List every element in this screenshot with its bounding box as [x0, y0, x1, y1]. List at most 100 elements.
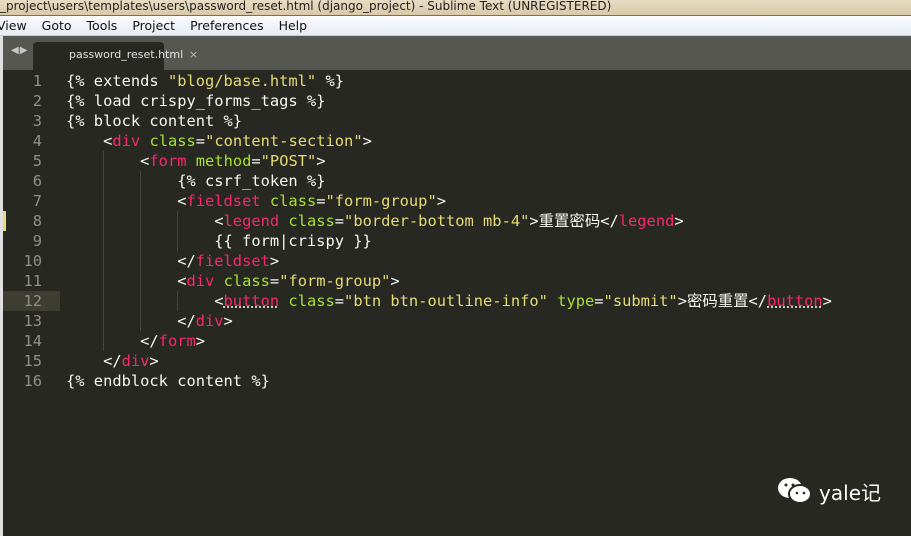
indent-guide: [140, 311, 142, 331]
code-token: div: [121, 352, 150, 370]
indent-guide: [140, 191, 142, 211]
code-token: =: [316, 192, 326, 210]
code-token: div: [195, 312, 224, 330]
tab-password-reset[interactable]: password_reset.html ×: [33, 42, 198, 70]
code-token: {% extends: [66, 72, 168, 90]
code-text: {% block content %}: [66, 111, 242, 131]
code-token: form: [149, 152, 187, 170]
code-token: "btn btn-outline-info": [344, 292, 548, 310]
indent-guide: [140, 211, 142, 231]
indent-guide: [103, 271, 105, 291]
code-line[interactable]: 13 </div>: [3, 311, 911, 331]
code-text: <div class="content-section">: [66, 131, 372, 151]
code-token: </: [66, 352, 122, 370]
code-token: button: [767, 292, 823, 310]
indent-guide: [140, 231, 142, 251]
code-token: </: [66, 312, 196, 330]
code-token: <: [66, 152, 150, 170]
line-number: 15: [23, 352, 42, 370]
code-token: <: [66, 192, 187, 210]
line-number: 11: [23, 272, 42, 290]
code-token: method: [195, 152, 252, 170]
code-text: {% endblock content %}: [66, 371, 270, 391]
code-line[interactable]: 10 </fieldset>: [3, 251, 911, 271]
code-token: class: [149, 132, 196, 150]
line-number: 14: [23, 332, 42, 350]
code-line[interactable]: 6 {% csrf_token %}: [3, 171, 911, 191]
code-line[interactable]: 3 {% block content %}: [3, 111, 911, 131]
code-line[interactable]: 16 {% endblock content %}: [3, 371, 911, 391]
code-token: =: [334, 212, 345, 230]
code-token: "content-section": [205, 132, 363, 150]
line-number: 16: [23, 372, 42, 390]
code-line[interactable]: 4 <div class="content-section">: [3, 131, 911, 151]
code-token: >: [316, 152, 326, 170]
tab-nav-arrows-icon[interactable]: ◀▶: [11, 45, 28, 56]
line-number: 2: [32, 92, 42, 110]
line-number: 3: [32, 112, 42, 130]
code-line[interactable]: 2 {% load crispy_forms_tags %}: [3, 91, 911, 111]
menu-preferences[interactable]: Preferences: [190, 18, 264, 33]
code-editor[interactable]: 1 {% extends "blog/base.html" %} 2 {% load …: [0, 70, 911, 536]
code-token: <: [66, 212, 224, 230]
code-text: {% load crispy_forms_tags %}: [66, 91, 325, 111]
code-token: class: [269, 192, 317, 210]
indent-guide: [103, 151, 105, 171]
menu-goto[interactable]: Goto: [42, 18, 72, 33]
code-token: >重置密码</: [529, 212, 619, 230]
indent-guide: [103, 191, 105, 211]
code-token: =: [594, 292, 604, 310]
code-token: "blog/base.html": [167, 72, 317, 90]
line-number: 10: [23, 252, 42, 270]
window-title: _project\users\templates\users\password_…: [0, 0, 911, 16]
tab-label: password_reset.html: [69, 48, 184, 61]
code-token: </: [66, 332, 159, 350]
close-icon[interactable]: ×: [189, 42, 198, 68]
code-token: %}: [316, 72, 345, 90]
indent-guide: [140, 171, 142, 191]
menu-help[interactable]: Help: [279, 18, 308, 33]
code-token: "form-group": [279, 272, 391, 290]
code-line[interactable]: 12 <button class="btn btn-outline-info" …: [3, 291, 911, 311]
code-line[interactable]: 7 <fieldset class="form-group">: [3, 191, 911, 211]
code-token: legend: [223, 212, 280, 230]
code-token: class: [223, 272, 270, 290]
code-text: </form>: [66, 331, 205, 351]
code-line[interactable]: 14 </form>: [3, 331, 911, 351]
line-number: 8: [32, 212, 42, 230]
code-token: "POST": [260, 152, 317, 170]
indent-guide: [103, 231, 105, 251]
code-line[interactable]: 15 </div>: [3, 351, 911, 371]
indent-guide: [177, 231, 179, 251]
line-number: 12: [3, 291, 60, 311]
code-token: =: [269, 272, 280, 290]
indent-guide: [103, 311, 105, 331]
code-line[interactable]: 11 <div class="form-group">: [3, 271, 911, 291]
code-text: <button class="btn btn-outline-info" typ…: [66, 291, 832, 311]
line-number: 6: [32, 172, 42, 190]
code-token: "submit": [603, 292, 678, 310]
code-line[interactable]: 8 <legend class="border-bottom mb-4">重置密…: [3, 211, 911, 231]
wechat-icon: [778, 478, 813, 504]
line-number: 13: [23, 312, 42, 330]
indent-guide: [103, 211, 105, 231]
code-token: <: [66, 272, 187, 290]
code-token: >: [436, 192, 446, 210]
code-token: >: [269, 252, 280, 270]
code-line[interactable]: 5 <form method="POST">: [3, 151, 911, 171]
code-line[interactable]: 1 {% extends "blog/base.html" %}: [3, 71, 911, 91]
indent-guide: [103, 171, 105, 191]
code-token: >: [822, 292, 832, 310]
code-token: >: [674, 212, 684, 230]
line-number: 9: [32, 232, 42, 250]
indent-guide: [177, 291, 179, 311]
menu-project[interactable]: Project: [132, 18, 175, 33]
code-text: <legend class="border-bottom mb-4">重置密码<…: [66, 211, 684, 231]
code-token: >: [149, 352, 159, 370]
menu-view[interactable]: View: [0, 18, 27, 33]
code-token: {% csrf_token %}: [66, 172, 326, 190]
code-token: >: [390, 272, 400, 290]
code-line[interactable]: 9 {{ form|crispy }}: [3, 231, 911, 251]
menu-tools[interactable]: Tools: [87, 18, 118, 33]
